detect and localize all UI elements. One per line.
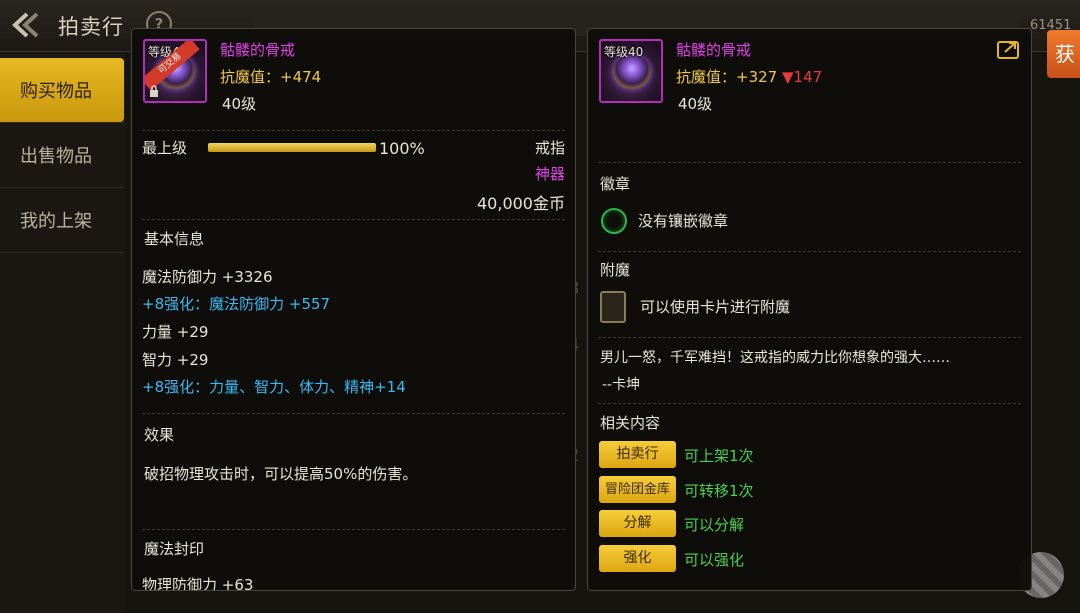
seal-stat-line: 物理防御力 +63 [142,576,254,591]
effect-text: 破招物理攻击时，可以提高50%的伤害。 [144,465,418,483]
upgrade-percent: 100% [379,139,425,158]
upgrade-label: 最上级 [142,139,188,157]
item-flavor-author: --卡坤 [602,377,641,393]
lock-icon [150,85,158,97]
auction-tag[interactable]: 拍卖行 [599,441,676,468]
divider [142,529,565,530]
disassemble-note: 可以分解 [684,516,745,534]
item-rarity: 神器 [534,165,565,183]
divider [598,251,1021,252]
ring-icon [613,55,651,89]
disassemble-tag[interactable]: 分解 [599,510,676,537]
guild-vault-note: 可转移1次 [684,482,754,500]
sidebar-item-buy[interactable]: 购买物品 [0,58,124,122]
back-arrow-icon [12,12,39,38]
sidebar-item-sell[interactable]: 出售物品 [0,123,124,187]
magic-seal-title: 魔法封印 [144,540,205,558]
divider [598,162,1021,163]
stat-line: 魔法防御力 +3326 [142,268,273,286]
share-icon[interactable] [997,39,1021,59]
item-tooltip-listing: 等级40 可交易 骷髅的骨戒 抗魔值：+474 40级 最上级 100% 戒指 … [131,28,576,591]
item-price: 40,000金币 [477,194,565,213]
item-icon: 等级40 可交易 [143,39,207,103]
item-stat: 抗魔值：+327 ▼147 [676,66,822,87]
emblem-slot-icon [601,208,627,234]
sidebar-divider [0,252,124,253]
item-flavor-text: 男儿一怒，千军难挡！这戒指的威力比你想象的强大…… [600,350,950,366]
guild-vault-tag[interactable]: 冒险团金库 [599,476,676,503]
auction-note: 可上架1次 [684,447,754,465]
related-title: 相关内容 [600,414,661,432]
emblem-title: 徽章 [600,175,631,193]
divider [142,219,565,220]
stat-line: +8强化：力量、智力、体力、精神+14 [142,378,406,396]
item-name: 骷髅的骨戒 [220,41,296,59]
divider [142,413,565,414]
item-name: 骷髅的骨戒 [676,41,752,59]
enhance-note: 可以强化 [684,551,745,569]
item-icon-level: 等级40 [604,45,644,59]
upgrade-progress-fill [208,143,376,152]
sidebar: 购买物品 出售物品 我的上架 [0,52,125,613]
divider [598,337,1021,338]
stat-line: 智力 +29 [142,351,209,369]
item-slot-type: 戒指 [534,139,565,157]
stat-line: 力量 +29 [142,323,209,341]
stat-decrease: ▼147 [781,68,823,86]
item-stat: 抗魔值：+474 [220,68,322,86]
upgrade-progress-bar [208,143,376,152]
item-stat-value: 抗魔值：+327 [676,68,778,86]
emblem-text: 没有镶嵌徽章 [638,212,729,230]
divider [598,403,1021,404]
enchant-title: 附魔 [600,261,631,279]
sidebar-item-my-listings[interactable]: 我的上架 [0,188,124,252]
item-level: 40级 [678,95,713,113]
item-icon: 等级40 [599,39,663,103]
page-title: 拍卖行 [58,15,124,39]
card-slot-icon [600,291,626,323]
stat-line: +8强化：魔法防御力 +557 [142,295,331,313]
divider [142,130,565,131]
get-button[interactable]: 获 [1047,30,1080,78]
item-level: 40级 [222,95,257,113]
enhance-tag[interactable]: 强化 [599,545,676,572]
item-tooltip-equipped: 等级40 骷髅的骨戒 抗魔值：+327 ▼147 40级 徽章 没有镶嵌徽章 附… [587,28,1032,591]
back-button[interactable] [6,8,50,42]
basic-info-title: 基本信息 [144,230,205,248]
enchant-text: 可以使用卡片进行附魔 [640,298,791,316]
effect-title: 效果 [144,426,175,444]
